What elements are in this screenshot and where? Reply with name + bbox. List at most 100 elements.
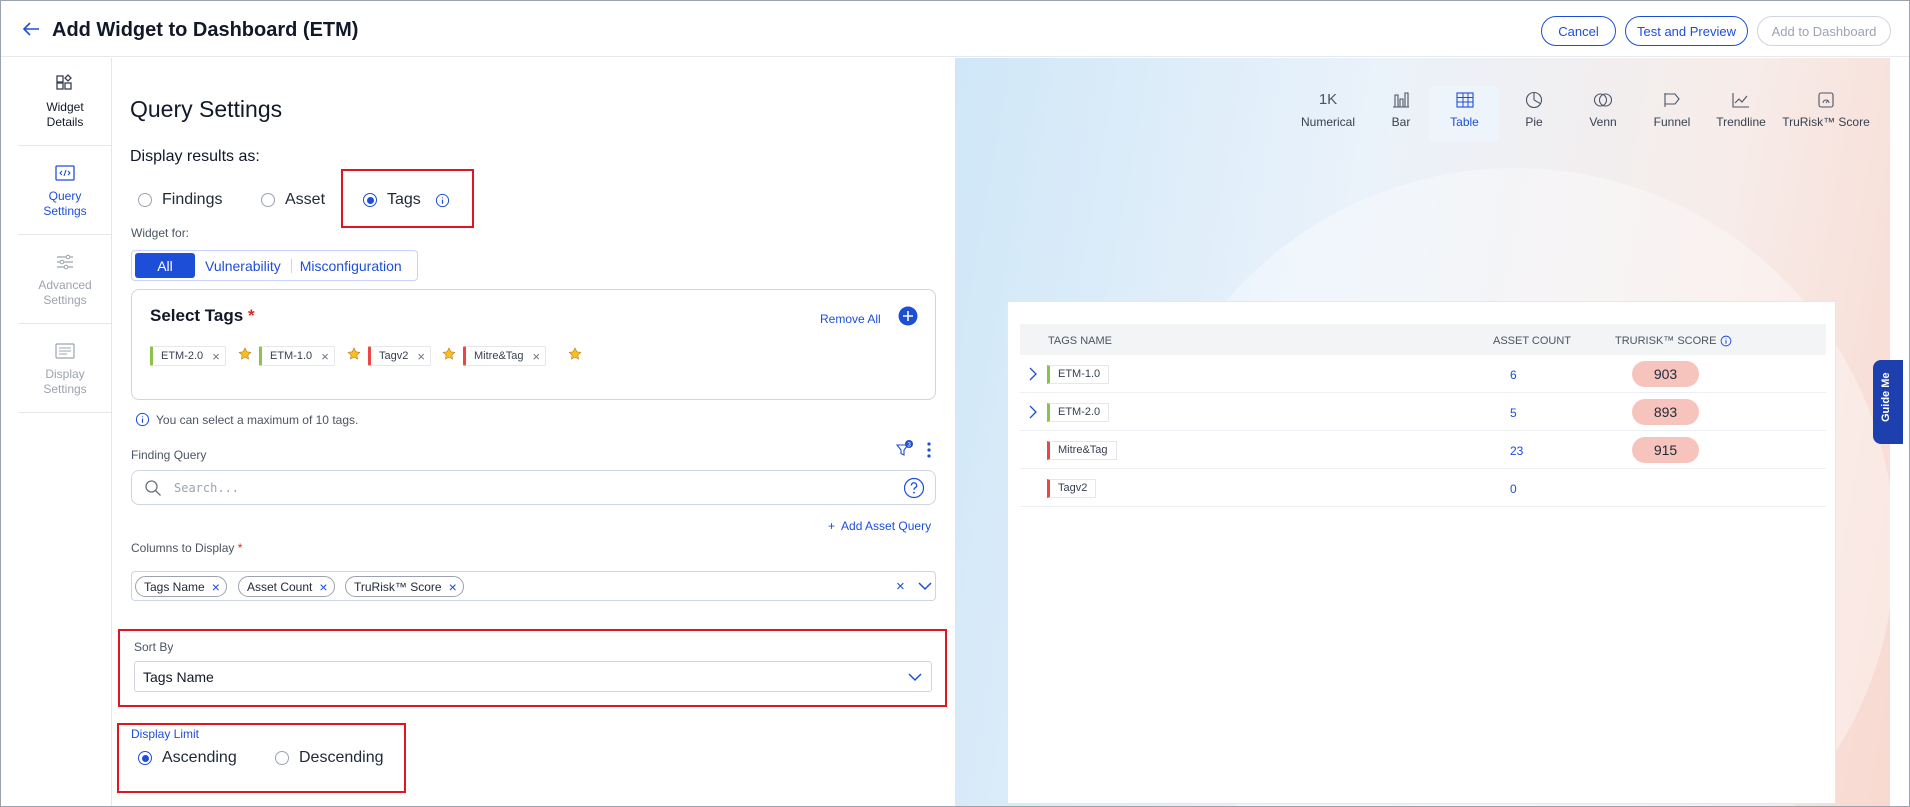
guide-me-button[interactable]: Guide Me — [1873, 360, 1903, 444]
radio-tags[interactable]: Tags — [363, 191, 450, 209]
tag-chip: ETM-1.0 — [1047, 365, 1110, 384]
table-icon — [1455, 92, 1474, 108]
chevron-down-icon — [908, 673, 922, 682]
sort-by-label: Sort By — [134, 640, 174, 654]
help-icon[interactable] — [903, 477, 925, 499]
filter-count: 3 — [907, 441, 911, 448]
table-row[interactable]: ETM-2.0 5 893 — [1020, 393, 1826, 431]
sidebar-item-advanced-settings[interactable]: Advanced Settings — [18, 236, 112, 324]
sidebar-item-display-settings[interactable]: Display Settings — [18, 325, 112, 413]
widget-for-label: Widget for: — [131, 226, 190, 240]
sidebar-item-widget-details[interactable]: Widget Details — [18, 58, 112, 146]
tag-chip-label: Tagv2 — [379, 350, 409, 362]
trurisk-score-pill: 903 — [1632, 361, 1699, 387]
chevron-right-icon[interactable] — [1028, 367, 1038, 381]
viz-tab-funnel[interactable]: Funnel — [1641, 86, 1703, 142]
remove-column-icon[interactable]: × — [319, 579, 327, 595]
finding-query-search-input[interactable]: Search... — [131, 470, 936, 505]
add-asset-query-link[interactable]: + Add Asset Query — [828, 519, 931, 533]
table-row[interactable]: Tagv2 0 — [1020, 469, 1826, 507]
asset-count-link[interactable]: 6 — [1510, 368, 1517, 382]
star-icon[interactable] — [238, 347, 252, 361]
columns-multiselect[interactable]: Tags Name × Asset Count × TruRisk™ Score × … — [131, 571, 936, 601]
page-title: Add Widget to Dashboard (ETM) — [52, 19, 359, 41]
info-icon[interactable] — [1720, 335, 1732, 347]
section-title: Query Settings — [130, 96, 283, 122]
viz-tab-label: Table — [1450, 115, 1479, 129]
trurisk-score-pill: 915 — [1632, 437, 1699, 463]
star-icon[interactable] — [568, 347, 582, 361]
column-header-trurisk-score: TRURISK™ SCORE — [1615, 335, 1732, 347]
finding-query-label: Finding Query — [131, 448, 207, 462]
filter-icon[interactable]: 3 — [896, 440, 914, 458]
viz-tab-trurisk-score[interactable]: TruRisk™ Score — [1781, 86, 1871, 142]
sidebar-label: Widget — [46, 100, 84, 114]
sidebar-label: Display — [45, 367, 85, 381]
remove-tag-icon[interactable]: × — [417, 349, 425, 364]
radio-asset[interactable]: Asset — [261, 191, 325, 209]
remove-all-link[interactable]: Remove All — [820, 312, 881, 326]
viz-tab-trendline[interactable]: Trendline — [1708, 86, 1774, 142]
sidebar-label: Details — [46, 115, 84, 129]
asset-count-link[interactable]: 23 — [1510, 444, 1523, 458]
top-bar: Add Widget to Dashboard (ETM) Cancel Tes… — [1, 1, 1909, 57]
tag-chip: Mitre&Tag × — [463, 346, 547, 366]
numerical-icon: 1K — [1318, 91, 1338, 108]
more-options-icon[interactable] — [924, 440, 934, 460]
viz-tab-numerical[interactable]: 1K Numerical — [1292, 86, 1364, 142]
asset-count-link[interactable]: 5 — [1510, 406, 1517, 420]
display-limit-label: Display Limit — [131, 727, 200, 741]
table-row[interactable]: Mitre&Tag 23 915 — [1020, 431, 1826, 469]
info-icon — [135, 412, 150, 427]
widget-for-segmented-control: All Vulnerability Misconfiguration — [131, 250, 418, 281]
radio-ascending[interactable]: Ascending — [138, 749, 237, 767]
chevron-right-icon[interactable] — [1028, 405, 1038, 419]
viz-tab-table[interactable]: Table — [1430, 86, 1499, 142]
radio-findings[interactable]: Findings — [138, 191, 222, 209]
radio-indicator — [261, 193, 275, 207]
columns-to-display-label: Columns to Display * — [131, 541, 242, 555]
table-row[interactable]: ETM-1.0 6 903 — [1020, 355, 1826, 393]
sidebar-label: Settings — [43, 204, 87, 218]
trurisk-score-icon — [1818, 92, 1834, 108]
table-header-row: TAGS NAME ASSET COUNT TRURISK™ SCORE — [1020, 324, 1826, 355]
tag-chip: ETM-2.0 — [1047, 403, 1110, 422]
cancel-button[interactable]: Cancel — [1541, 16, 1616, 46]
chevron-down-icon[interactable] — [918, 580, 932, 592]
sort-by-select[interactable]: Tags Name — [134, 661, 932, 692]
segment-all[interactable]: All — [135, 253, 195, 278]
remove-tag-icon[interactable]: × — [533, 349, 541, 364]
segment-misconfiguration[interactable]: Misconfiguration — [292, 258, 412, 274]
widget-preview-area: 1K Numerical Bar Table Pie Venn Funnel T… — [955, 58, 1890, 806]
remove-column-icon[interactable]: × — [212, 579, 220, 595]
star-icon[interactable] — [347, 347, 361, 361]
test-and-preview-button[interactable]: Test and Preview — [1625, 16, 1748, 46]
column-pill-label: TruRisk™ Score — [354, 579, 442, 594]
guide-me-label: Guide Me — [1880, 372, 1892, 422]
sidebar-item-query-settings[interactable]: Query Settings — [18, 147, 112, 235]
column-header-text: TRURISK™ SCORE — [1615, 335, 1717, 347]
add-tag-icon[interactable] — [898, 306, 918, 326]
sidebar-label: Query — [48, 189, 82, 203]
max-tags-text: You can select a maximum of 10 tags. — [156, 412, 359, 427]
viz-tab-venn[interactable]: Venn — [1572, 86, 1634, 142]
star-icon[interactable] — [442, 347, 456, 361]
clear-columns-icon[interactable]: × — [896, 578, 905, 595]
remove-column-icon[interactable]: × — [449, 579, 457, 595]
back-arrow-icon[interactable] — [19, 17, 43, 41]
segment-vulnerability[interactable]: Vulnerability — [195, 258, 291, 274]
asset-count-link[interactable]: 0 — [1510, 482, 1517, 496]
viz-tab-pie[interactable]: Pie — [1503, 86, 1565, 142]
viz-tab-label: Numerical — [1300, 115, 1355, 129]
tag-chip-label: ETM-1.0 — [270, 350, 313, 362]
column-pill: TruRisk™ Score × — [345, 576, 464, 597]
radio-descending[interactable]: Descending — [275, 749, 384, 767]
code-icon — [55, 165, 75, 181]
viz-tab-bar[interactable]: Bar — [1370, 86, 1432, 142]
viz-tab-label: Venn — [1589, 115, 1617, 129]
remove-tag-icon[interactable]: × — [321, 349, 329, 364]
add-to-dashboard-button[interactable]: Add to Dashboard — [1757, 16, 1891, 46]
info-icon[interactable] — [435, 193, 450, 208]
remove-tag-icon[interactable]: × — [212, 349, 220, 364]
required-mark: * — [247, 306, 255, 325]
